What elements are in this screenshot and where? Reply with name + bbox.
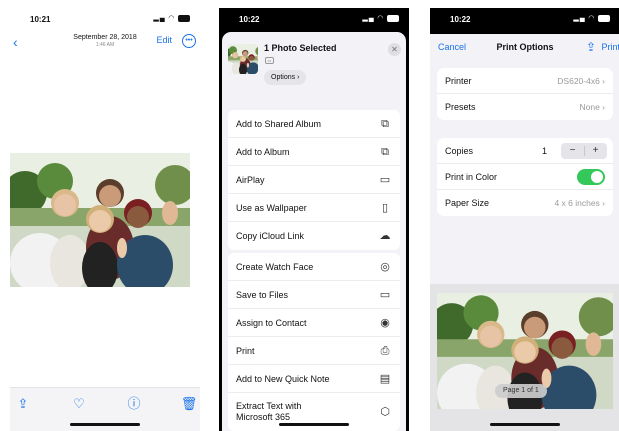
action-label: Save to Files	[236, 290, 289, 300]
action-label: AirPlay	[236, 175, 265, 185]
status-bar: 10:22 ▂▄ ◠	[430, 8, 619, 34]
print-nav-bar: Cancel Print Options ⇪ Print	[430, 38, 619, 60]
action-add-to-quick-note[interactable]: Add to New Quick Note ▤	[228, 365, 400, 393]
copies-stepper: − +	[561, 143, 607, 159]
battery-icon	[387, 14, 399, 22]
album-icon: ⧉	[381, 146, 389, 158]
print-settings-card: Copies 1 − + Print in Color Paper Size 4…	[437, 138, 613, 216]
status-time: 10:21	[30, 15, 51, 24]
print-button[interactable]: Print	[601, 42, 619, 52]
increment-button[interactable]: +	[584, 143, 607, 159]
share-sheet-screen: 10:22 ▂▄ ◠ 1 Photo Selected ▭ Options › …	[219, 8, 409, 431]
group-selfie-photo[interactable]	[10, 153, 190, 287]
status-time: 10:22	[450, 15, 471, 24]
decrement-button[interactable]: −	[561, 143, 584, 159]
share-actions-group-1: Add to Shared Album ⧉ Add to Album ⧉ Air…	[228, 110, 400, 250]
photo-thumbnail	[228, 44, 258, 74]
printer-row[interactable]: Printer DS620-4x6 ›	[437, 68, 613, 94]
status-icons: ▂▄ ◠	[153, 14, 190, 22]
more-options-icon[interactable]: •••	[182, 34, 196, 48]
share-icon[interactable]: ⇪	[14, 395, 32, 413]
home-indicator	[70, 423, 140, 426]
action-label-line2: Microsoft 365	[236, 412, 291, 422]
action-label: Add to Shared Album	[236, 119, 322, 129]
action-label: Assign to Contact	[236, 318, 307, 328]
status-time: 10:22	[239, 15, 260, 24]
presets-value: None ›	[579, 102, 605, 112]
action-label: Add to New Quick Note	[236, 374, 330, 384]
action-add-to-shared-album[interactable]: Add to Shared Album ⧉	[228, 110, 400, 138]
watch-icon: ◎	[380, 261, 390, 273]
edit-button[interactable]: Edit	[156, 35, 172, 45]
action-add-to-album[interactable]: Add to Album ⧉	[228, 138, 400, 166]
share-icon[interactable]: ⇪	[586, 40, 596, 54]
printer-value: DS620-4x6 ›	[557, 76, 605, 86]
action-create-watch-face[interactable]: Create Watch Face ◎	[228, 253, 400, 281]
action-save-to-files[interactable]: Save to Files ▭	[228, 281, 400, 309]
printer-settings-card: Printer DS620-4x6 › Presets None ›	[437, 68, 613, 120]
action-label: Add to Album	[236, 147, 290, 157]
cloud-link-icon: ☁	[379, 230, 391, 242]
battery-icon	[178, 14, 190, 22]
action-label: Print	[236, 346, 255, 356]
action-label-line1: Extract Text with	[236, 401, 302, 411]
status-icons: ▂▄ ◠	[573, 14, 610, 22]
info-icon[interactable]: ⓘ	[125, 395, 143, 413]
action-label: Create Watch Face	[236, 262, 314, 272]
folder-icon: ▭	[379, 289, 391, 301]
print-in-color-toggle[interactable]	[577, 169, 605, 185]
copies-label: Copies	[445, 146, 474, 156]
shared-album-icon: ⧉	[381, 118, 389, 130]
copies-row: Copies 1 − +	[437, 138, 613, 164]
sheet-title: 1 Photo Selected	[264, 43, 337, 53]
copies-value: 1	[541, 146, 547, 156]
paper-size-value: 4 x 6 inches ›	[554, 198, 605, 208]
action-label: Copy iCloud Link	[236, 231, 305, 241]
status-bar: 10:22 ▂▄ ◠	[219, 8, 409, 30]
contact-icon: ◉	[380, 317, 390, 329]
print-in-color-row: Print in Color	[437, 164, 613, 190]
action-print[interactable]: Print ⎙	[228, 337, 400, 365]
favorite-heart-icon[interactable]: ♡	[70, 395, 88, 413]
page-indicator: Page 1 of 1	[495, 384, 547, 398]
print-in-color-label: Print in Color	[445, 172, 498, 182]
photo-badge-icon: ▭	[265, 57, 274, 64]
presets-row[interactable]: Presets None ›	[437, 94, 613, 120]
trash-icon[interactable]: 🗑	[180, 395, 198, 413]
airplay-icon: ▭	[379, 174, 391, 186]
status-icons: ▂▄ ◠	[362, 14, 399, 22]
photo-date-text: September 28, 2018	[73, 34, 137, 41]
options-button[interactable]: Options ›	[264, 70, 307, 85]
action-assign-to-contact[interactable]: Assign to Contact ◉	[228, 309, 400, 337]
share-actions-group-2: Create Watch Face ◎ Save to Files ▭ Assi…	[228, 253, 400, 431]
battery-icon	[598, 14, 610, 22]
home-indicator	[490, 423, 560, 426]
presets-label: Presets	[445, 102, 476, 112]
action-airplay[interactable]: AirPlay ▭	[228, 166, 400, 194]
close-icon[interactable]: ✕	[388, 43, 401, 56]
photo-nav-bar: ‹ September 28, 2018 1:46 AM Edit •••	[10, 30, 200, 56]
photo-toolbar: ⇪ ♡ ⓘ 🗑	[10, 387, 200, 431]
phone-icon: ▯	[381, 202, 389, 214]
status-bar: 10:21 ▂▄ ◠	[10, 8, 200, 30]
paper-size-label: Paper Size	[445, 198, 490, 208]
printer-label: Printer	[445, 76, 472, 86]
office-icon: ⬡	[380, 406, 390, 418]
print-options-screen: 10:22 ▂▄ ◠ Cancel Print Options ⇪ Print …	[430, 8, 619, 431]
action-label: Use as Wallpaper	[236, 203, 307, 213]
printer-icon: ⎙	[380, 345, 390, 357]
paper-size-row[interactable]: Paper Size 4 x 6 inches ›	[437, 190, 613, 216]
share-sheet: 1 Photo Selected ▭ Options › ✕ Add to Sh…	[222, 32, 406, 431]
action-copy-icloud-link[interactable]: Copy iCloud Link ☁	[228, 222, 400, 250]
photos-app-screen: 10:21 ▂▄ ◠ ‹ September 28, 2018 1:46 AM …	[10, 8, 200, 431]
home-indicator	[279, 423, 349, 426]
action-use-as-wallpaper[interactable]: Use as Wallpaper ▯	[228, 194, 400, 222]
quick-note-icon: ▤	[379, 373, 391, 385]
